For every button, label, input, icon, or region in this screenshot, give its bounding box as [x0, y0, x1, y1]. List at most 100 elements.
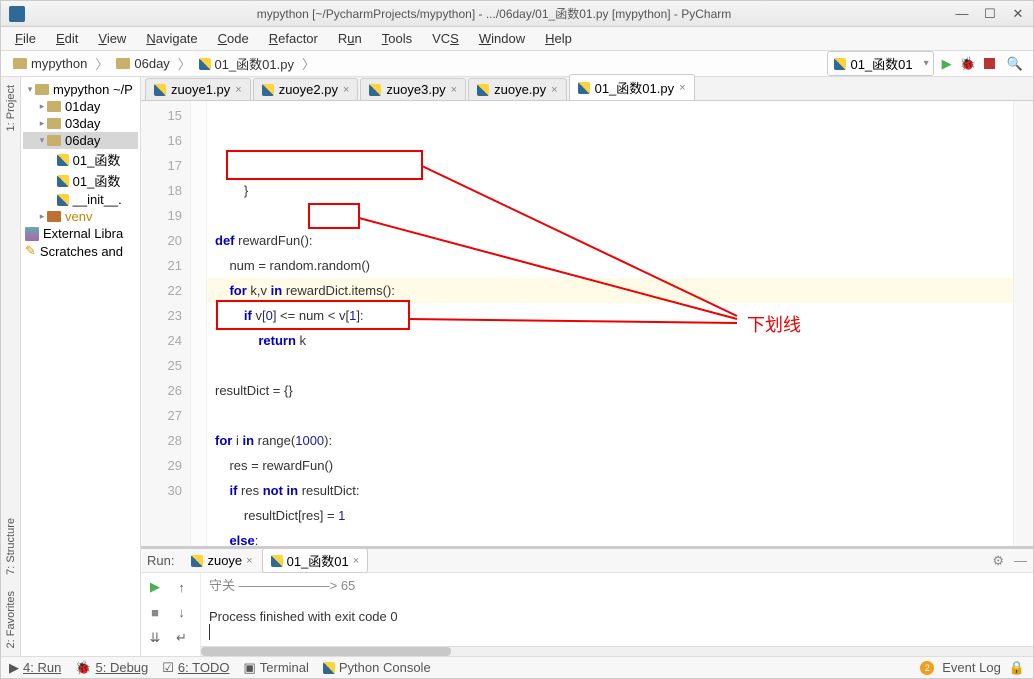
close-icon[interactable]: × [246, 555, 252, 567]
tree-external-libs[interactable]: External Libra [23, 225, 138, 242]
breadcrumb-item[interactable]: mypython [7, 54, 93, 73]
tree-venv[interactable]: ▸venv [23, 208, 138, 225]
menu-navigate[interactable]: Navigate [138, 29, 205, 48]
event-badge: 2 [920, 661, 934, 675]
statusbar-label: 6: TODO [178, 660, 230, 675]
python-icon [154, 84, 166, 96]
close-icon[interactable]: × [551, 84, 557, 96]
code-line[interactable]: res = rewardFun() [215, 453, 1013, 478]
close-icon[interactable]: × [343, 84, 349, 96]
close-icon[interactable]: × [451, 84, 457, 96]
menu-window[interactable]: Window [471, 29, 533, 48]
stop-icon[interactable] [984, 58, 995, 69]
rerun-icon[interactable]: ▶ [145, 577, 165, 597]
settings-icon[interactable]: ⚙ [992, 553, 1004, 569]
tree-folder[interactable]: ▸03day [23, 115, 138, 132]
editor-tab[interactable]: zuoye3.py× [360, 78, 466, 100]
statusbar-event-log[interactable]: Event Log [942, 660, 1001, 675]
code-area[interactable]: 15161718192021222324252627282930 } def r… [141, 101, 1033, 546]
menu-help[interactable]: Help [537, 29, 580, 48]
wrap-icon[interactable]: ↵ [172, 628, 192, 648]
menu-vcs[interactable]: VCS [424, 29, 467, 48]
tree-scratches[interactable]: ✎Scratches and [23, 242, 138, 260]
status-lock-icon[interactable]: 🔒 [1009, 660, 1025, 676]
scroll-up-icon[interactable]: ↑ [172, 577, 192, 597]
left-tab-structure[interactable]: 7: Structure [3, 510, 19, 583]
code-line[interactable]: if v[0] <= num < v[1]: [215, 303, 1013, 328]
statusbar-todo[interactable]: ☑ 6: TODO [162, 660, 229, 676]
run-icon[interactable]: ▶ [942, 56, 952, 72]
close-icon[interactable]: × [353, 555, 359, 567]
run-config-label: 01_函数01 [850, 54, 912, 73]
editor-area: zuoye1.py× zuoye2.py× zuoye3.py× zuoye.p… [141, 77, 1033, 656]
menu-tools[interactable]: Tools [374, 29, 420, 48]
horizontal-scrollbar[interactable] [201, 646, 1033, 656]
python-icon [834, 58, 846, 70]
statusbar-python-console[interactable]: Python Console [323, 660, 431, 675]
code-line[interactable] [215, 203, 1013, 228]
search-icon[interactable]: 🔍 [1003, 56, 1027, 72]
python-icon [477, 84, 489, 96]
run-config-selector[interactable]: 01_函数01 [827, 51, 933, 76]
debug-icon[interactable]: 🐞 [960, 56, 976, 72]
run-output[interactable]: 守关 ———————> 65 Process finished with exi… [201, 573, 1033, 656]
tree-folder[interactable]: ▸01day [23, 98, 138, 115]
tree-file[interactable]: __init__. [23, 191, 138, 208]
breadcrumb-item[interactable]: 06day [110, 54, 175, 73]
code-line[interactable]: def rewardFun(): [215, 228, 1013, 253]
fold-column[interactable] [191, 101, 207, 546]
tree-root[interactable]: ▾mypython ~/P [23, 81, 138, 98]
code-editor[interactable]: } def rewardFun(): num = random.random()… [207, 101, 1013, 546]
close-button[interactable]: ✕ [1011, 7, 1025, 21]
run-tab-active[interactable]: 01_函数01× [262, 548, 369, 573]
menu-view[interactable]: View [90, 29, 134, 48]
code-line[interactable]: resultDict = {} [215, 378, 1013, 403]
menu-refactor[interactable]: Refactor [261, 29, 326, 48]
editor-tab[interactable]: zuoye2.py× [253, 78, 359, 100]
left-tab-project[interactable]: 1: Project [3, 77, 19, 139]
editor-tab[interactable]: zuoye1.py× [145, 78, 251, 100]
code-line[interactable] [215, 353, 1013, 378]
run-tab[interactable]: zuoye× [182, 550, 261, 571]
editor-tab[interactable]: zuoye.py× [468, 78, 566, 100]
statusbar-run[interactable]: ▶ 4: Run [9, 660, 61, 676]
tree-folder-selected[interactable]: ▾06day [23, 132, 138, 149]
library-icon [25, 227, 39, 241]
breadcrumb-label: 01_函数01.py [214, 54, 294, 73]
scroll-down-icon[interactable]: ↓ [172, 603, 192, 623]
folder-icon [47, 211, 61, 222]
code-line[interactable]: return k [215, 328, 1013, 353]
breadcrumb-item[interactable]: 01_函数01.py [193, 52, 300, 75]
statusbar-label: Python Console [339, 660, 431, 675]
statusbar-terminal[interactable]: ▣ Terminal [243, 660, 308, 676]
maximize-button[interactable]: ☐ [983, 7, 997, 21]
code-line[interactable]: if res not in resultDict: [215, 478, 1013, 503]
python-icon [369, 84, 381, 96]
project-tree: ▾mypython ~/P ▸01day ▸03day ▾06day 01_函数… [21, 77, 140, 264]
tree-file[interactable]: 01_函数 [23, 149, 138, 170]
code-line[interactable]: num = random.random() [215, 253, 1013, 278]
minimize-panel-icon[interactable]: — [1014, 553, 1027, 569]
code-line[interactable] [215, 403, 1013, 428]
tree-label: Scratches and [40, 244, 123, 259]
restart-icon[interactable]: ⇊ [145, 628, 165, 648]
minimize-button[interactable]: — [955, 7, 969, 21]
code-line[interactable]: else: [215, 528, 1013, 546]
close-icon[interactable]: × [679, 82, 685, 94]
menu-code[interactable]: Code [210, 29, 257, 48]
code-line[interactable]: for k,v in rewardDict.items(): [215, 278, 1013, 303]
menu-edit[interactable]: Edit [48, 29, 86, 48]
stop-run-icon[interactable]: ■ [145, 603, 165, 623]
left-tab-favorites[interactable]: 2: Favorites [3, 583, 19, 656]
code-line[interactable]: for i in range(1000): [215, 428, 1013, 453]
close-icon[interactable]: × [235, 84, 241, 96]
menu-file[interactable]: File [7, 29, 44, 48]
code-line[interactable]: } [215, 178, 1013, 203]
menu-run[interactable]: Run [330, 29, 370, 48]
tree-file[interactable]: 01_函数 [23, 170, 138, 191]
breadcrumb-sep: 〉 [178, 54, 191, 73]
editor-tab-active[interactable]: 01_函数01.py× [569, 74, 695, 100]
code-line[interactable]: resultDict[res] = 1 [215, 503, 1013, 528]
scrollbar-thumb[interactable] [201, 647, 451, 656]
statusbar-debug[interactable]: 🐞 5: Debug [75, 660, 148, 676]
